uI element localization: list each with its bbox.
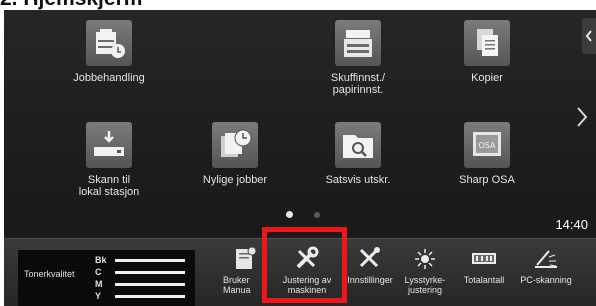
tile-label: Kopier [471,72,503,84]
toner-level-bar [115,283,185,286]
dock-user-manual[interactable]: Bruker Manua [218,239,268,306]
side-panel-tab[interactable] [582,18,596,54]
page-heading: 2. Hjemskjerm [0,0,142,10]
toner-level-bar [115,259,185,262]
total-count-icon [472,253,496,264]
tile-label: Sharp OSA [459,174,515,186]
tray-settings-icon [335,20,381,66]
sharp-osa-icon: OSA [464,122,510,168]
page-indicator-dot[interactable] [314,212,320,218]
next-page-arrow[interactable] [576,106,588,128]
recent-jobs-icon [212,122,258,168]
page-indicator-dot-active[interactable] [286,211,293,218]
dock-label: Totalantall [463,275,505,285]
tile-jobbehandling[interactable]: Jobbehandling [44,20,174,84]
toner-key: C [95,267,102,277]
brightness-icon [415,249,435,269]
scan-to-local-drive-icon [86,122,132,168]
home-screen: Jobbehandling Skuffinnst./ papirinnst. K… [4,10,596,236]
tile-satsvis-utskr[interactable]: Satsvis utskr. [293,122,423,186]
dock-label: Lysstyrke- justering [404,275,446,295]
dock-label: PC-skanning [520,275,572,285]
highlight-frame [262,227,347,303]
toner-quality-indicator[interactable]: Tonerkvalitet Bk C M Y [18,250,195,306]
toner-level-bar [115,271,185,274]
tile-label: Satsvis utskr. [325,174,391,186]
dock-label: Bruker Manua [223,275,251,295]
tile-label: Jobbehandling [73,72,145,84]
tile-kopier[interactable]: Kopier [422,20,552,84]
dock-settings[interactable]: Innstillinger [344,239,396,306]
toner-row-m: M [95,279,195,290]
dock-label: Innstillinger [347,275,393,285]
tile-sharp-osa[interactable]: OSA Sharp OSA [422,122,552,186]
toner-key: Bk [95,255,107,265]
job-status-icon [86,20,132,66]
batch-print-icon [335,122,381,168]
dock-total-count[interactable]: Totalantall [456,239,512,306]
toner-level-bar [115,295,185,298]
toner-title: Tonerkvalitet [24,269,75,279]
dock-brightness[interactable]: Lysstyrke- justering [398,239,452,306]
clock: 14:40 [555,217,588,232]
settings-tools-icon [359,247,380,268]
tile-skuffinnst[interactable]: Skuffinnst./ papirinnst. [293,20,423,96]
toner-row-bk: Bk [95,255,195,266]
copy-icon [464,20,510,66]
tile-label: Skann til lokal stasjon [78,174,140,198]
chevron-left-icon [585,30,592,42]
toner-row-c: C [95,267,195,278]
pc-scan-icon [535,250,557,268]
toner-key: Y [95,291,102,301]
svg-text:OSA: OSA [479,141,497,150]
tile-nylige-jobber[interactable]: Nylige jobber [170,122,300,186]
tile-label: Skuffinnst./ papirinnst. [330,72,386,96]
dock-pc-scan[interactable]: PC-skanning [516,239,576,306]
user-manual-icon [236,246,257,269]
toner-row-y: Y [95,291,195,302]
toner-key: M [95,279,103,289]
tile-skann-til-lokal-stasjon[interactable]: Skann til lokal stasjon [44,122,174,198]
tile-label: Nylige jobber [202,174,268,186]
